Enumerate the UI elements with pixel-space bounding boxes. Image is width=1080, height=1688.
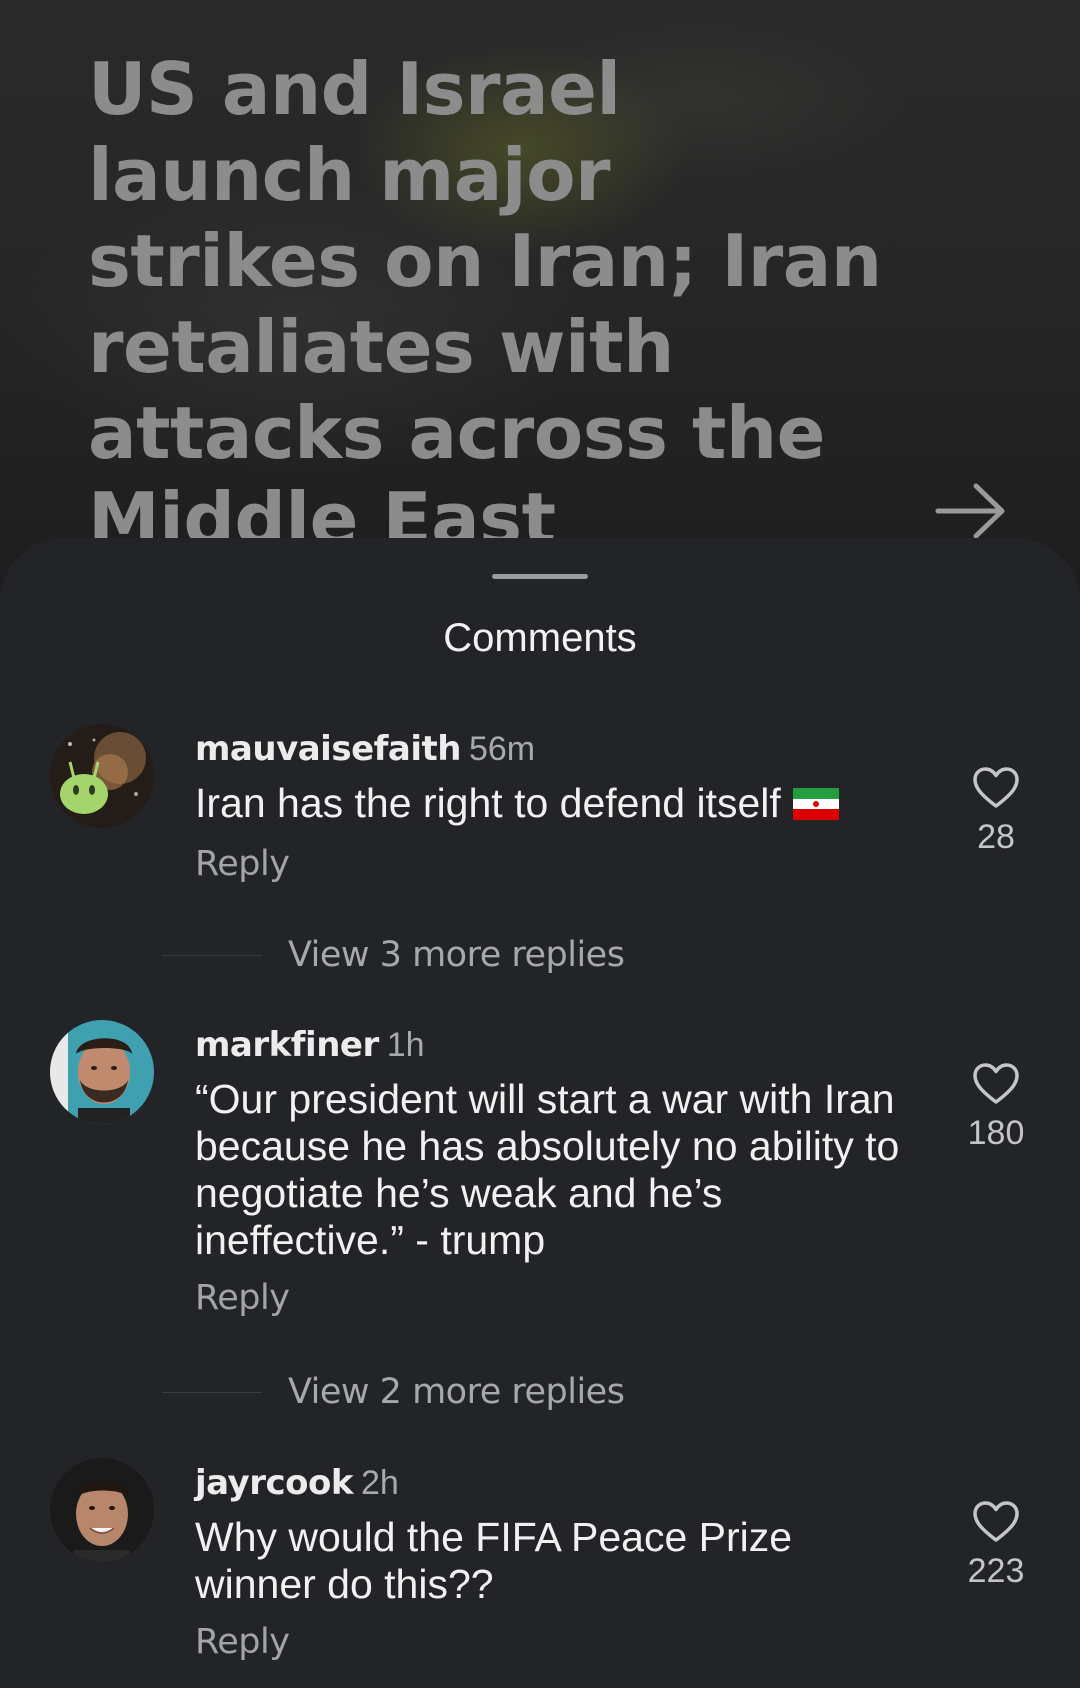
comment-text: Iran has the right to defend itself xyxy=(195,780,905,830)
avatar[interactable] xyxy=(50,1020,154,1124)
view-more-replies[interactable]: View 2 more replies xyxy=(0,1370,1080,1414)
sheet-title: Comments xyxy=(443,616,637,660)
comment-meta: mauvaisefaith 56m xyxy=(195,724,905,774)
view-more-replies-label[interactable]: View 2 more replies xyxy=(288,1370,625,1414)
comment-body: jayrcook 2h Why would the FIFA Peace Priz… xyxy=(195,1458,905,1662)
comment-username[interactable]: mauvaisefaith xyxy=(195,729,461,769)
drag-handle[interactable] xyxy=(492,574,588,579)
comment-meta: markfiner 1h xyxy=(195,1020,905,1070)
comments-sheet: Comments mauvaisefaith 56m Iran has the … xyxy=(0,538,1080,1688)
article-hero[interactable]: US and Israel launch major strikes on Ir… xyxy=(0,0,1080,600)
avatar[interactable] xyxy=(50,1458,154,1562)
view-more-replies-label[interactable]: View 3 more replies xyxy=(288,933,625,977)
comment-username[interactable]: markfiner xyxy=(195,1025,379,1065)
like-count: 180 xyxy=(967,1114,1025,1152)
arrow-right-icon[interactable] xyxy=(932,480,1012,542)
like-button[interactable]: 28 xyxy=(946,766,1046,857)
heart-outline-icon xyxy=(973,1063,1019,1104)
thread-divider xyxy=(162,955,262,956)
comment-text-content: Iran has the right to defend itself xyxy=(195,780,781,826)
comment-username[interactable]: jayrcook xyxy=(195,1463,353,1503)
comment-time: 56m xyxy=(468,730,536,768)
avatar[interactable] xyxy=(50,724,154,828)
reply-button[interactable]: Reply xyxy=(195,844,905,884)
comment-text: Why would the FIFA Peace Prize winner do… xyxy=(195,1514,793,1607)
comment-body: markfiner 1h “Our president will start a … xyxy=(195,1020,905,1318)
heart-outline-icon xyxy=(973,767,1019,808)
like-button[interactable]: 180 xyxy=(946,1062,1046,1153)
comment-time: 2h xyxy=(360,1464,399,1502)
article-headline: US and Israel launch major strikes on Ir… xyxy=(88,47,882,561)
comment-body: mauvaisefaith 56m Iran has the right to d… xyxy=(195,724,905,884)
comment-meta: jayrcook 2h xyxy=(195,1458,905,1508)
heart-outline-icon xyxy=(973,1501,1019,1542)
reply-button[interactable]: Reply xyxy=(195,1278,905,1318)
comment-time: 1h xyxy=(386,1026,425,1064)
view-more-replies[interactable]: View 3 more replies xyxy=(0,933,1080,977)
like-count: 223 xyxy=(967,1552,1025,1590)
iran-flag-icon xyxy=(792,783,839,830)
like-count: 28 xyxy=(977,818,1015,856)
reply-button[interactable]: Reply xyxy=(195,1622,905,1662)
thread-divider xyxy=(162,1392,262,1393)
like-button[interactable]: 223 xyxy=(946,1500,1046,1591)
comment-text: “Our president will start a war with Ira… xyxy=(195,1076,900,1263)
